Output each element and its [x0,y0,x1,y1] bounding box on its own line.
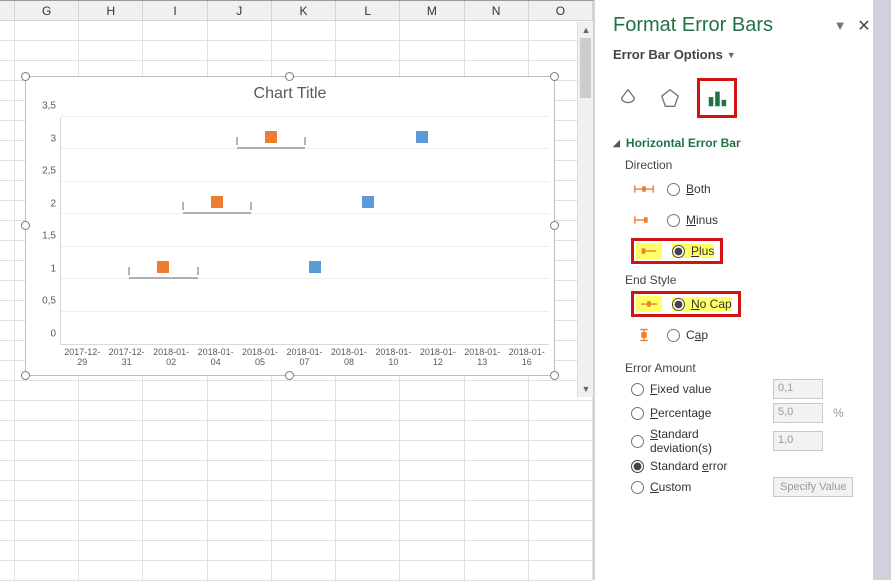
fill-line-tab-icon[interactable] [613,83,643,113]
close-panel-icon[interactable]: ✕ [855,16,873,36]
stddev-input[interactable]: 1,0 [773,431,823,451]
col-head[interactable]: J [208,1,272,20]
highlight-bar-options-icon [697,78,737,118]
col-head[interactable]: L [336,1,400,20]
plus-direction-icon [636,243,662,259]
data-point[interactable] [362,196,374,208]
col-head[interactable]: M [400,1,464,20]
percent-symbol: % [833,406,844,420]
col-head[interactable]: I [143,1,207,20]
y-axis: 0 0,5 1 1,5 2 2,5 3 3,5 [36,117,60,345]
scroll-thumb[interactable] [580,38,591,98]
no-cap-icon [636,296,662,312]
effects-tab-icon[interactable] [655,83,685,113]
amount-stderr-radio[interactable]: Standard error [631,459,763,473]
x-axis: 2017-12-29 2017-12-31 2018-01-02 2018-01… [60,347,549,367]
amount-fixed-radio[interactable]: Fixed value [631,382,763,396]
col-head[interactable]: K [272,1,336,20]
worksheet-area[interactable]: G H I J K L M N O [0,0,594,580]
amount-stddev-radio[interactable]: Standard deviation(s) [631,427,763,455]
fixed-value-input[interactable]: 0,1 [773,379,823,399]
chevron-down-icon: ▼ [727,50,736,60]
highlight-plus-option: Plus [631,238,723,264]
end-style-label: End Style [625,273,873,287]
collapse-icon: ◢ [613,138,620,149]
minus-direction-icon [631,212,657,228]
data-point[interactable] [265,131,277,143]
col-head[interactable]: O [529,1,593,20]
combo-label: Error Bar Options [613,47,723,62]
horizontal-error-bar-section[interactable]: ◢ Horizontal Error Bar [613,136,873,150]
percentage-input[interactable]: 5,0 [773,403,823,423]
col-head[interactable]: N [465,1,529,20]
amount-custom-radio[interactable]: Custom [631,480,763,494]
cap-icon [631,327,657,343]
vertical-scrollbar[interactable]: ▲ ▼ [577,22,593,397]
error-amount-label: Error Amount [625,361,873,375]
column-headers: G H I J K L M N O [0,1,593,21]
scroll-down-icon[interactable]: ▼ [578,381,594,397]
panel-title: Format Error Bars [613,14,825,37]
col-head[interactable]: G [15,1,79,20]
chart-title[interactable]: Chart Title [26,85,554,103]
plot-area[interactable]: 0 0,5 1 1,5 2 2,5 3 3,5 [36,117,549,345]
direction-both-radio[interactable]: Both [667,182,711,196]
both-direction-icon [631,181,657,197]
data-point[interactable] [157,261,169,273]
data-point[interactable] [416,131,428,143]
panel-dropdown-icon[interactable]: ▼ [831,18,849,33]
data-point[interactable] [309,261,321,273]
highlight-nocap-option: No Cap [631,291,741,317]
desktop-edge [873,0,891,580]
data-point[interactable] [211,196,223,208]
scroll-up-icon[interactable]: ▲ [578,22,594,38]
amount-percentage-radio[interactable]: Percentage [631,406,763,420]
end-nocap-radio[interactable]: No Cap [672,297,732,311]
direction-label: Direction [625,158,873,172]
error-bar-options-combo[interactable]: Error Bar Options ▼ [613,47,873,62]
embedded-chart[interactable]: Chart Title 0 0,5 1 1,5 2 2,5 3 3,5 [25,76,555,376]
bar-options-tab-icon[interactable] [702,83,732,113]
col-head[interactable]: H [79,1,143,20]
format-error-bars-panel: Format Error Bars ▼ ✕ Error Bar Options … [594,0,891,580]
direction-minus-radio[interactable]: Minus [667,213,718,227]
specify-value-button[interactable]: Specify Value [773,477,853,497]
end-cap-radio[interactable]: Cap [667,328,708,342]
direction-plus-radio[interactable]: Plus [672,244,714,258]
